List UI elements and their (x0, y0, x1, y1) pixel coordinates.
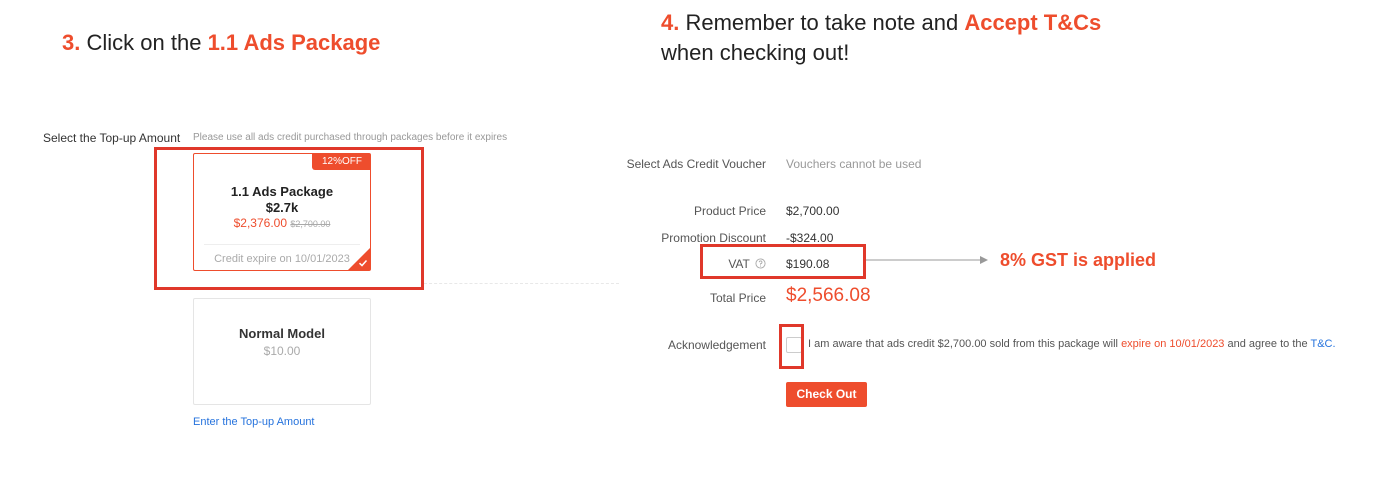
step4-line2: when checking out! (661, 40, 850, 65)
tc-link[interactable]: T&C. (1310, 338, 1335, 350)
step3-highlight: 1.1 Ads Package (207, 30, 381, 55)
promo-label: Promotion Discount (661, 231, 766, 245)
product-price-value: $2,700.00 (786, 204, 840, 218)
topup-label: Select the Top-up Amount (43, 131, 181, 145)
voucher-value: Vouchers cannot be used (786, 157, 922, 171)
arrow-right-icon (866, 256, 988, 264)
ack-text-part2: and agree to the (1227, 338, 1308, 350)
vat-annotation-box (700, 244, 866, 279)
step3-heading: 3. Click on the 1.1 Ads Package (62, 28, 380, 58)
enter-topup-link[interactable]: Enter the Top-up Amount (193, 416, 315, 428)
topup-note: Please use all ads credit purchased thro… (193, 132, 508, 143)
step3-number: 3. (62, 30, 81, 55)
total-value: $2,566.08 (786, 285, 871, 306)
checkbox-annotation-box (779, 324, 804, 369)
step4-highlight: Accept T&Cs (964, 10, 1102, 35)
normal-model-card[interactable]: Normal Model $10.00 (193, 298, 371, 405)
normal-model-title: Normal Model (239, 326, 325, 341)
checkout-button[interactable]: Check Out (786, 382, 867, 407)
package-annotation-box (154, 147, 424, 290)
total-label: Total Price (709, 291, 766, 305)
step4-text: Remember to take note and (685, 10, 959, 35)
step4-heading: 4. Remember to take note and Accept T&Cs… (661, 8, 1101, 68)
ack-text: I am aware that ads credit $2,700.00 sol… (808, 338, 1336, 350)
ack-text-part1: I am aware that ads credit $2,700.00 sol… (808, 338, 1118, 350)
dashed-divider (424, 283, 619, 284)
ack-label: Acknowledgement (667, 338, 766, 352)
promo-value: -$324.00 (786, 231, 834, 245)
step4-number: 4. (661, 10, 680, 35)
ack-expire-text: expire on 10/01/2023 (1121, 338, 1225, 350)
step3-text: Click on the (86, 30, 202, 55)
normal-model-price: $10.00 (263, 344, 301, 358)
voucher-label: Select Ads Credit Voucher (626, 157, 766, 171)
product-price-label: Product Price (693, 204, 766, 218)
gst-note: 8% GST is applied (1000, 250, 1157, 270)
